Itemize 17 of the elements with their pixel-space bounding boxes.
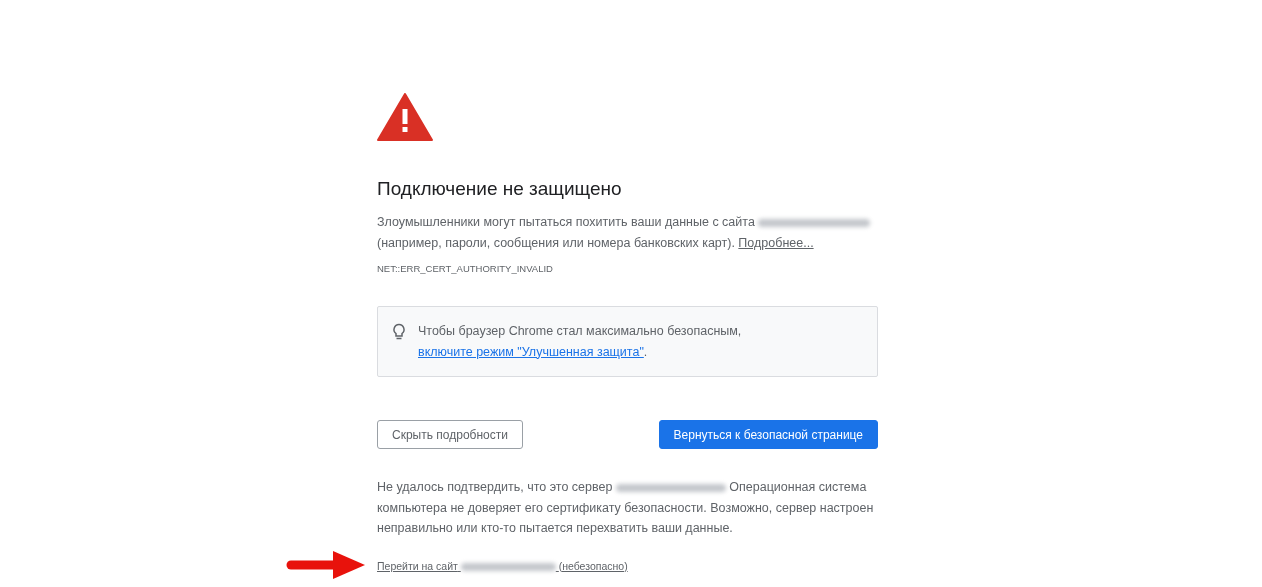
- details-text: Не удалось подтвердить, что это сервер: [377, 480, 613, 494]
- details-text: Операционная система: [729, 480, 867, 494]
- back-to-safety-button[interactable]: Вернуться к безопасной странице: [658, 420, 878, 449]
- enhanced-protection-link[interactable]: включите режим "Улучшенная защита": [418, 344, 644, 359]
- page-heading: Подключение не защищено: [377, 177, 623, 201]
- hide-details-button[interactable]: Скрыть подробности: [377, 420, 523, 449]
- details-text: компьютера не доверяет его сертификату безопасности. Возможно, сервер настроен неправильно или кто-то пытается перехватить ваши данные.: [377, 499, 875, 537]
- proceed-unsafe-link[interactable]: Перейти на сайт (небезопасно): [377, 559, 628, 572]
- lightbulb-icon: [392, 323, 406, 341]
- tip-text: Чтобы браузер Chrome стал максимально безопасным,: [418, 324, 742, 338]
- intro-text: Злоумышленники могут пытаться похитить ваши данные с сайта: [377, 215, 755, 229]
- learn-more-link[interactable]: Подробнее...: [738, 235, 814, 250]
- arrow-icon: [285, 550, 365, 580]
- intro-text: (например, пароли, сообщения или номера банковских карт).: [377, 235, 735, 250]
- tip-text: .: [643, 344, 648, 359]
- warning-triangle-icon: [377, 93, 433, 141]
- error-code: NET::ERR_CERT_AUTHORITY_INVALID: [377, 262, 554, 276]
